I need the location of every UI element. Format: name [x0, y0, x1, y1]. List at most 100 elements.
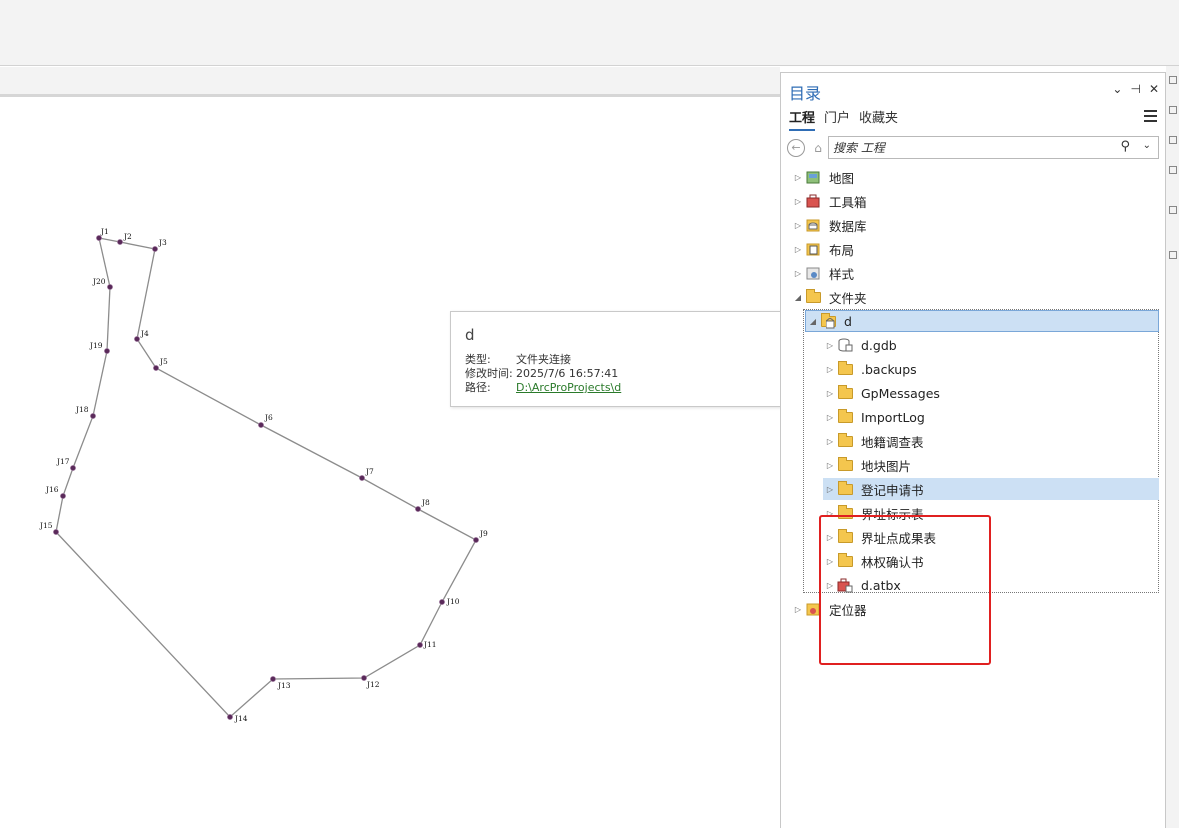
boundary-vertex[interactable] [53, 529, 59, 535]
expand-triangle-icon[interactable]: ▷ [823, 341, 837, 350]
tree-item-label: d [844, 313, 852, 329]
tab-portal[interactable]: 门户 [824, 107, 850, 131]
menu-icon[interactable] [1144, 110, 1157, 122]
tree-item-toolboxes[interactable]: ▷ 工具箱 [791, 190, 867, 212]
home-icon[interactable]: ⌂ [810, 139, 826, 157]
boundary-vertex[interactable] [258, 422, 264, 428]
tree-item-gpmessages[interactable]: ▷ GpMessages [823, 382, 940, 404]
boundary-vertex[interactable] [439, 599, 445, 605]
expand-triangle-icon[interactable]: ▷ [823, 485, 837, 494]
expand-triangle-icon[interactable]: ▷ [823, 389, 837, 398]
pane-controls: ⌄ ⊣ ✕ [1112, 82, 1159, 96]
boundary-vertex[interactable] [134, 336, 140, 342]
boundary-vertex[interactable] [270, 676, 276, 682]
tree-item-gdb[interactable]: ▷ d.gdb [823, 334, 897, 356]
tree-item-label: 地籍调查表 [861, 434, 924, 450]
boundary-vertex[interactable] [104, 348, 110, 354]
collapse-triangle-icon[interactable]: ◢ [791, 293, 805, 302]
side-tab-icon[interactable] [1169, 251, 1177, 259]
geodatabase-icon [837, 337, 855, 353]
folder-icon [837, 433, 855, 449]
expand-triangle-icon[interactable]: ▷ [823, 413, 837, 422]
boundary-vertex[interactable] [227, 714, 233, 720]
vertex-label: J13 [277, 681, 291, 690]
expand-triangle-icon[interactable]: ▷ [791, 245, 805, 254]
vertex-label: J3 [158, 238, 167, 247]
side-tab-icon[interactable] [1169, 106, 1177, 114]
tooltip-path-label: 路径: [465, 381, 491, 394]
tree-item-label: 地图 [829, 170, 855, 186]
boundary-vertex[interactable] [153, 365, 159, 371]
boundary-vertex[interactable] [90, 413, 96, 419]
expand-triangle-icon[interactable]: ▷ [791, 605, 805, 614]
expand-triangle-icon[interactable]: ▷ [791, 173, 805, 182]
expand-triangle-icon[interactable]: ▷ [791, 221, 805, 230]
folder-icon [837, 457, 855, 473]
side-tab-icon[interactable] [1169, 76, 1177, 84]
folder-icon [805, 289, 823, 305]
search-input[interactable] [833, 139, 1103, 156]
boundary-vertex[interactable] [415, 506, 421, 512]
tree-item-layouts[interactable]: ▷ 布局 [791, 238, 854, 260]
folder-icon [837, 385, 855, 401]
tree-item-maps[interactable]: ▷ 地图 [791, 166, 854, 188]
pane-options-chevron-icon[interactable]: ⌄ [1112, 82, 1122, 96]
map-tab-strip [0, 67, 780, 97]
vertex-label: J14 [234, 714, 248, 723]
tree-item-label: .backups [861, 361, 917, 377]
vertex-label: J12 [366, 680, 380, 689]
boundary-vertex[interactable] [107, 284, 113, 290]
vertex-label: J4 [140, 329, 149, 338]
tree-item-label: 样式 [829, 266, 855, 282]
tree-item-folder-d[interactable]: ◢ d [805, 310, 1159, 332]
vertex-label: J2 [123, 232, 132, 241]
item-tooltip: d 类型: 文件夹连接 修改时间: 2025/7/6 16:57:41 路径: D:\… [450, 311, 786, 407]
tooltip-path-link[interactable]: D:\ArcProProjects\d [516, 381, 621, 394]
side-tab-icon[interactable] [1169, 166, 1177, 174]
expand-triangle-icon[interactable]: ▷ [823, 365, 837, 374]
search-icon[interactable]: ⚲ [1120, 139, 1130, 154]
tab-favorites[interactable]: 收藏夹 [859, 107, 898, 131]
boundary-vertex[interactable] [60, 493, 66, 499]
expand-triangle-icon[interactable]: ▷ [791, 269, 805, 278]
annotation-highlight-box [819, 515, 991, 665]
tree-item-folders[interactable]: ◢ 文件夹 [791, 286, 867, 308]
tree-item-folder-3[interactable]: ▷ 登记申请书 [823, 478, 1159, 500]
vertex-label: J19 [89, 341, 103, 350]
expand-triangle-icon[interactable]: ▷ [791, 197, 805, 206]
tree-item-databases[interactable]: ▷ 数据库 [791, 214, 867, 236]
boundary-vertex[interactable] [117, 239, 123, 245]
tree-item-label: GpMessages [861, 385, 940, 401]
tab-project[interactable]: 工程 [789, 107, 816, 131]
tree-item-styles[interactable]: ▷ 样式 [791, 262, 854, 284]
boundary-vertex[interactable] [70, 465, 76, 471]
tree-item-folder-1[interactable]: ▷ 地籍调查表 [823, 430, 924, 452]
boundary-vertex[interactable] [473, 537, 479, 543]
map-canvas[interactable]: J1 J2 J3 J4 J5 J6 J7 J8 J9 J10 J11 J12 J13 J14 J15 J16 J… [0, 100, 780, 828]
right-side-tab-strip [1166, 66, 1179, 828]
boundary-vertex[interactable] [96, 235, 102, 241]
side-tab-icon[interactable] [1169, 136, 1177, 144]
boundary-vertex[interactable] [359, 475, 365, 481]
expand-triangle-icon[interactable]: ▷ [823, 461, 837, 470]
tree-item-backups[interactable]: ▷ .backups [823, 358, 917, 380]
boundary-vertex[interactable] [361, 675, 367, 681]
back-arrow-icon[interactable]: ← [787, 139, 805, 157]
catalog-search[interactable]: ⚲ ⌄ [828, 136, 1159, 159]
boundary-vertex[interactable] [152, 246, 158, 252]
folder-icon [837, 361, 855, 377]
map-view[interactable]: J1 J2 J3 J4 J5 J6 J7 J8 J9 J10 J11 J12 J13 J14 J15 J16 J… [0, 100, 780, 828]
vertex-label: J1 [100, 227, 109, 236]
tree-item-label: 地块图片 [861, 458, 912, 474]
side-tab-icon[interactable] [1169, 206, 1177, 214]
vertex-label: J11 [423, 640, 437, 649]
tree-item-folder-2[interactable]: ▷ 地块图片 [823, 454, 911, 476]
collapse-triangle-icon[interactable]: ◢ [806, 317, 820, 326]
chevron-down-icon[interactable]: ⌄ [1143, 140, 1151, 151]
tree-item-importlog[interactable]: ▷ ImportLog [823, 406, 925, 428]
pin-icon[interactable]: ⊣ [1130, 82, 1140, 96]
parcel-boundary-line[interactable] [55, 237, 477, 718]
close-icon[interactable]: ✕ [1149, 82, 1159, 96]
boundary-vertex[interactable] [417, 642, 423, 648]
expand-triangle-icon[interactable]: ▷ [823, 437, 837, 446]
